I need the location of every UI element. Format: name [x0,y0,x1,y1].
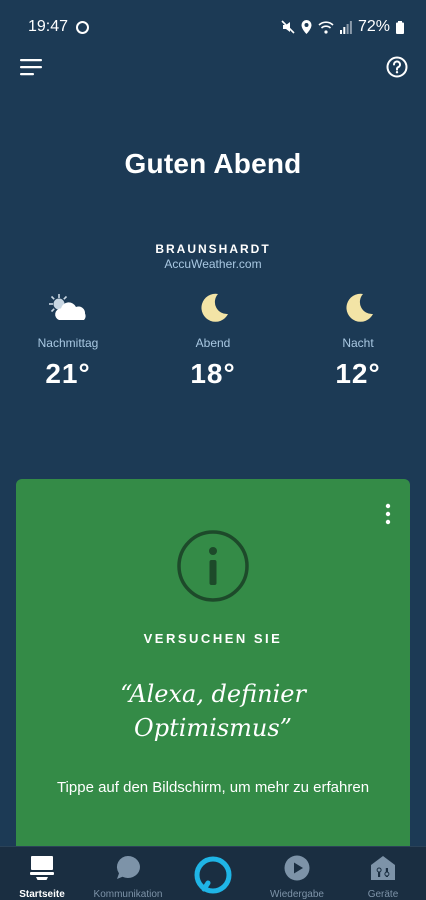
more-vertical-icon [385,503,391,525]
card-quote-line: “Alexa, definier [120,680,306,708]
weather-provider-link[interactable]: AccuWeather.com [0,257,426,271]
card-kicker: VERSUCHEN SIE [143,631,283,646]
alexa-icon [194,856,232,894]
forecast-label: Abend [195,336,231,350]
forecast-night: Nacht 12° [298,288,418,390]
top-bar [0,54,426,82]
help-icon [386,56,408,78]
wifi-icon [318,20,334,34]
weather-location: BRAUNSHARDT [155,242,271,256]
greeting-title: Guten Abend [124,148,302,179]
signal-icon [339,20,352,34]
nav-playback[interactable]: Wiedergabe [252,853,342,900]
moon-icon [201,293,228,322]
nav-label: Geräte [367,889,399,900]
forecast-afternoon: Nachmittag 21° [8,288,128,390]
forecast-label: Nacht [342,336,374,350]
play-icon [284,855,310,881]
moon-icon [346,293,373,322]
notification-dot-icon [76,20,90,34]
nav-home[interactable]: Startseite [0,853,87,900]
card-more-button[interactable] [384,503,392,525]
battery-percent: 72% [357,18,390,35]
forecast-label: Nachmittag [37,336,99,350]
card-quote: “Alexa, definier Optimismus” [16,677,410,745]
nav-label: Wiedergabe [270,889,324,900]
chat-icon [116,855,140,879]
partly-cloudy-icon [49,294,86,320]
forecast-temperature: 18° [190,358,236,389]
menu-button[interactable] [20,58,42,76]
forecast-temperature: 12° [335,358,381,389]
location-icon [301,20,312,34]
nav-communication[interactable]: Kommunikation [83,853,173,900]
status-time: 19:47 [28,18,69,35]
status-bar: 19:47 72% [0,0,426,54]
forecast-evening: Abend 18° [153,288,273,390]
weather-forecast[interactable]: Nachmittag 21° Abend 18° Nacht 12° [0,288,426,398]
bottom-navigation: Startseite Kommunikation Wiedergabe Gerä… [0,846,426,900]
card-quote-line: Optimismus” [134,714,292,742]
status-right: 72% [281,18,404,36]
home-icon [30,856,54,880]
help-button[interactable] [386,56,408,78]
hamburger-icon [20,59,42,76]
mute-icon [281,20,295,34]
nav-label: Startseite [19,889,65,900]
battery-icon [396,20,404,34]
status-left: 19:47 [28,18,90,36]
info-icon [177,530,249,602]
alexa-button[interactable] [193,855,233,895]
devices-icon [371,856,395,880]
card-hint: Tippe auf den Bildschirm, um mehr zu erf… [56,779,370,796]
suggestion-card[interactable]: VERSUCHEN SIE “Alexa, definier Optimismu… [16,479,410,900]
nav-label: Kommunikation [93,889,163,900]
forecast-temperature: 21° [45,358,91,389]
nav-devices[interactable]: Geräte [338,853,426,900]
